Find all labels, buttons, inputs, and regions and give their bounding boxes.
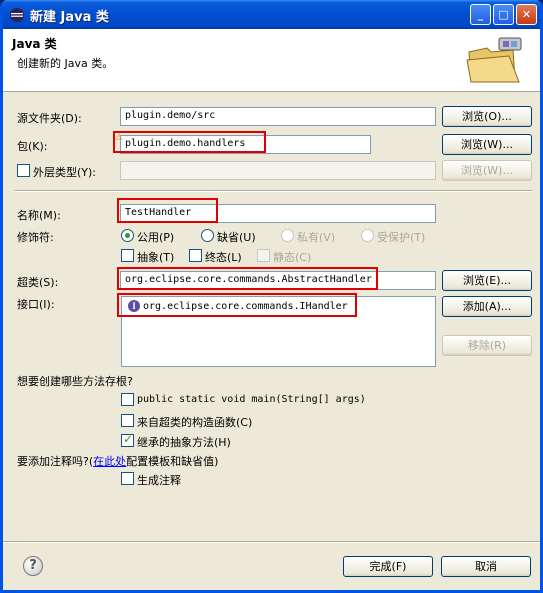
finish-button[interactable]: 完成(F) bbox=[343, 556, 433, 577]
wizard-header: Java 类 创建新的 Java 类。 bbox=[3, 29, 540, 92]
warning-icon: ⚠ bbox=[115, 133, 124, 143]
interface-icon: I bbox=[128, 300, 140, 312]
separator bbox=[15, 190, 532, 192]
abstract-label: 抽象(T) bbox=[137, 251, 175, 264]
private-radio[interactable] bbox=[281, 229, 294, 242]
enclosing-type-checkbox[interactable] bbox=[17, 164, 30, 177]
source-folder-field[interactable]: plugin.demo/src bbox=[120, 107, 436, 126]
wizard-title: Java 类 bbox=[12, 37, 57, 51]
name-field[interactable]: TestHandler bbox=[120, 204, 436, 223]
interfaces-label: 接口(I): bbox=[17, 298, 55, 311]
static-checkbox[interactable] bbox=[257, 249, 270, 262]
enclosing-type-label: 外层类型(Y): bbox=[33, 166, 97, 179]
source-folder-label: 源文件夹(D): bbox=[17, 112, 82, 125]
checkmark-icon: ✓ bbox=[123, 432, 134, 446]
private-label: 私有(V) bbox=[297, 231, 336, 244]
generate-comments-checkbox[interactable] bbox=[121, 472, 134, 485]
abstract-checkbox[interactable] bbox=[121, 249, 134, 262]
add-interface-button[interactable]: 添加(A)... bbox=[442, 296, 532, 317]
new-class-wizard-icon bbox=[466, 37, 522, 83]
package-field[interactable]: plugin.demo.handlers bbox=[120, 135, 371, 154]
name-label: 名称(M): bbox=[17, 209, 61, 222]
package-label: 包(K): bbox=[17, 140, 48, 153]
eclipse-icon bbox=[10, 8, 24, 22]
close-button[interactable]: ✕ bbox=[516, 4, 537, 25]
main-method-label: public static void main(String[] args) bbox=[137, 394, 366, 405]
public-label: 公用(P) bbox=[137, 231, 175, 244]
superclass-field[interactable]: org.eclipse.core.commands.AbstractHandle… bbox=[120, 271, 436, 290]
title-bar[interactable]: 新建 Java 类 _ □ ✕ bbox=[3, 0, 540, 29]
new-java-class-dialog: 新建 Java 类 _ □ ✕ Java 类 创建新的 Java 类。 源文件夹… bbox=[0, 0, 543, 593]
main-method-checkbox[interactable] bbox=[121, 393, 134, 406]
help-icon[interactable]: ? bbox=[23, 556, 43, 576]
static-label: 静态(C) bbox=[273, 251, 312, 264]
superclass-label: 超类(S): bbox=[17, 276, 59, 289]
package-browse-button[interactable]: 浏览(W)... bbox=[442, 134, 532, 155]
protected-label: 受保护(T) bbox=[377, 231, 426, 244]
source-folder-browse-button[interactable]: 浏览(O)... bbox=[442, 106, 532, 127]
stubs-question: 想要创建哪些方法存根? bbox=[17, 375, 133, 388]
interface-name: org.eclipse.core.commands.IHandler bbox=[143, 301, 348, 312]
default-radio[interactable] bbox=[201, 229, 214, 242]
minimize-button[interactable]: _ bbox=[470, 4, 491, 25]
enclosing-type-field[interactable] bbox=[120, 161, 436, 180]
constructors-label: 来自超类的构造函数(C) bbox=[137, 416, 253, 429]
window-title: 新建 Java 类 bbox=[30, 10, 109, 25]
footer-separator bbox=[3, 541, 540, 543]
modifiers-label: 修饰符: bbox=[17, 231, 54, 244]
protected-radio[interactable] bbox=[361, 229, 374, 242]
maximize-button[interactable]: □ bbox=[493, 4, 514, 25]
enclosing-type-browse-button[interactable]: 浏览(W)... bbox=[442, 160, 532, 181]
generate-comments-label: 生成注释 bbox=[137, 474, 181, 487]
public-radio[interactable] bbox=[121, 229, 134, 242]
inherited-methods-checkbox[interactable]: ✓ bbox=[121, 432, 134, 447]
inherited-methods-label: 继承的抽象方法(H) bbox=[137, 436, 231, 449]
cancel-button[interactable]: 取消 bbox=[441, 556, 531, 577]
superclass-browse-button[interactable]: 浏览(E)... bbox=[442, 270, 532, 291]
wizard-description: 创建新的 Java 类。 bbox=[17, 57, 114, 70]
list-item[interactable]: Iorg.eclipse.core.commands.IHandler bbox=[128, 300, 348, 312]
final-checkbox[interactable] bbox=[189, 249, 202, 262]
remove-interface-button[interactable]: 移除(R) bbox=[442, 335, 532, 356]
default-label: 缺省(U) bbox=[217, 231, 256, 244]
constructors-checkbox[interactable] bbox=[121, 414, 134, 427]
comments-question: 要添加注释吗?(在此处配置模板和缺省值) bbox=[17, 455, 219, 468]
configure-templates-link[interactable]: 在此处 bbox=[93, 455, 126, 468]
final-label: 终态(L) bbox=[205, 251, 242, 264]
interfaces-list[interactable]: Iorg.eclipse.core.commands.IHandler bbox=[121, 296, 436, 367]
